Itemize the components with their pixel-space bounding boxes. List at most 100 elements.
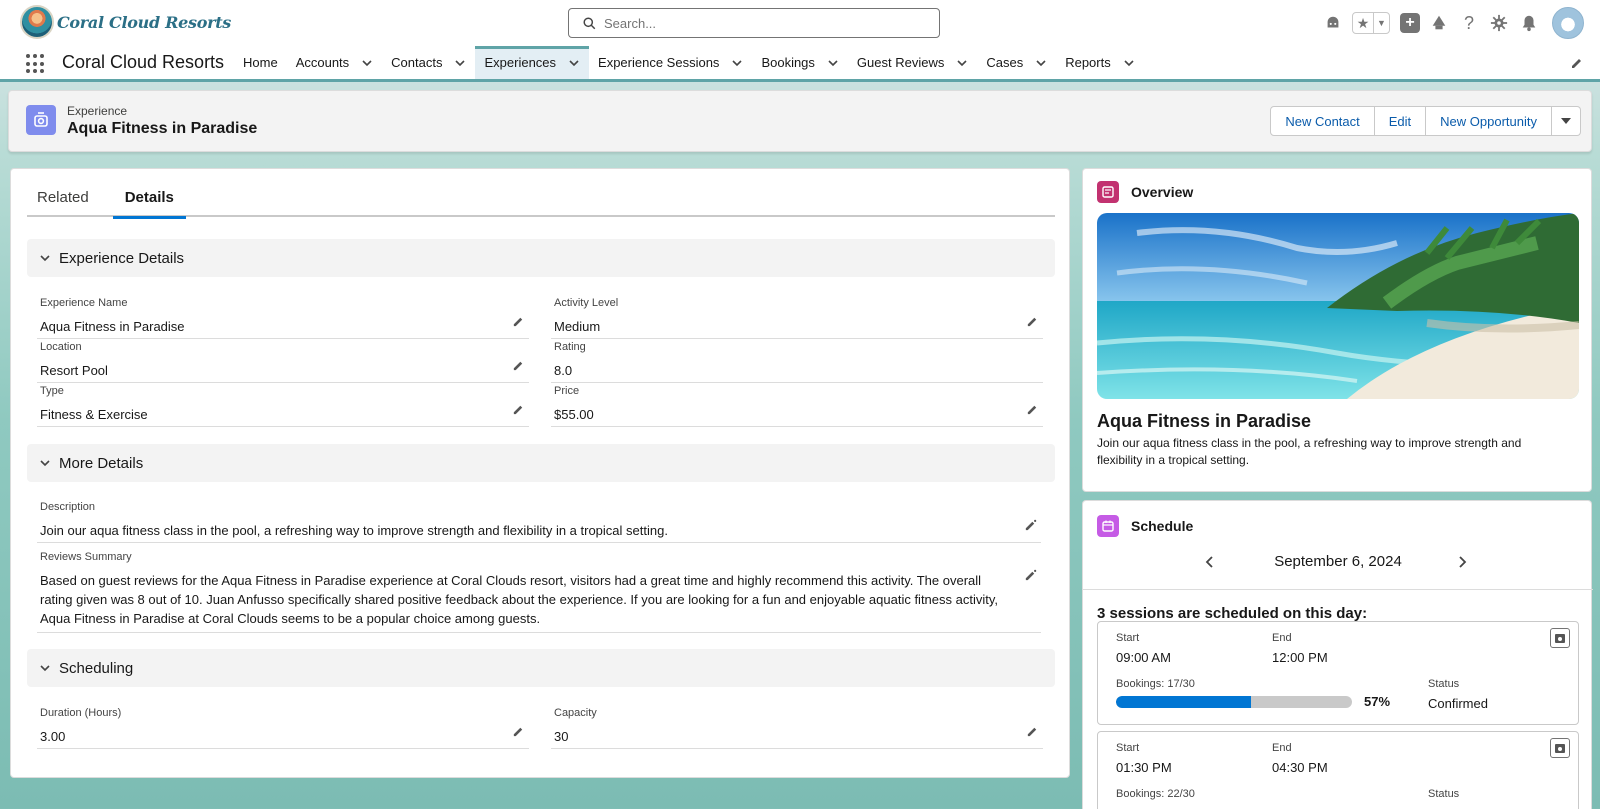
edit-pencil-icon[interactable]: [1026, 403, 1039, 416]
field-value: Aqua Fitness in Paradise: [40, 319, 185, 334]
edit-sparkle-pencil-icon[interactable]: [1024, 519, 1037, 532]
section-title: Experience Details: [59, 249, 185, 267]
chevron-down-icon[interactable]: [361, 57, 373, 69]
chevron-down-icon: [40, 665, 50, 672]
chevron-down-icon[interactable]: [568, 57, 580, 69]
chevron-right-icon[interactable]: [1455, 555, 1469, 569]
nav-tabs: Home Accounts Contacts Experiences Exper…: [234, 46, 1144, 79]
search-icon: [583, 16, 596, 29]
field-type: Type Fitness & Exercise: [37, 385, 529, 427]
session-end-value: 12:00 PM: [1272, 650, 1328, 665]
section-title: More Details: [59, 454, 144, 472]
field-activity-level: Activity Level Medium: [551, 297, 1043, 339]
session-details-icon[interactable]: [1550, 738, 1570, 758]
trailhead-icon[interactable]: [1428, 12, 1450, 34]
bookings-progress-bar: [1116, 696, 1352, 708]
section-more-details[interactable]: More Details: [27, 444, 1055, 482]
field-label: Duration (Hours): [40, 707, 122, 719]
new-contact-button[interactable]: New Contact: [1270, 106, 1375, 136]
setup-gear-icon[interactable]: [1488, 12, 1510, 34]
field-price: Price $55.00: [551, 385, 1043, 427]
favorites-star-icon[interactable]: ★: [1353, 13, 1373, 33]
edit-button[interactable]: Edit: [1374, 106, 1427, 136]
field-location: Location Resort Pool: [37, 341, 529, 383]
field-experience-name: Experience Name Aqua Fitness in Paradise: [37, 297, 529, 339]
global-search[interactable]: [568, 8, 940, 38]
nav-item-accounts[interactable]: Accounts: [287, 46, 382, 79]
session-start-value: 01:30 PM: [1116, 760, 1172, 775]
nav-item-experience-sessions[interactable]: Experience Sessions: [589, 46, 752, 79]
section-experience-details[interactable]: Experience Details: [27, 239, 1055, 277]
nav-item-label: Bookings: [761, 55, 815, 70]
session-end-label: End: [1272, 742, 1292, 754]
session-bookings: Bookings: 22/30: [1116, 788, 1195, 800]
nav-item-home[interactable]: Home: [234, 46, 287, 79]
chevron-down-icon[interactable]: [1123, 57, 1135, 69]
session-bookings: Bookings: 17/30: [1116, 678, 1195, 690]
add-icon[interactable]: +: [1400, 13, 1420, 33]
nav-item-contacts[interactable]: Contacts: [382, 46, 475, 79]
edit-nav-pencil-icon[interactable]: [1570, 56, 1584, 70]
field-value: $55.00: [554, 407, 594, 422]
experience-object-icon: [26, 105, 56, 135]
nav-item-bookings[interactable]: Bookings: [752, 46, 847, 79]
field-value: Join our aqua fitness class in the pool,…: [40, 523, 668, 538]
edit-pencil-icon[interactable]: [1026, 725, 1039, 738]
field-label: Description: [40, 501, 96, 513]
field-value: Fitness & Exercise: [40, 407, 148, 422]
chevron-down-icon[interactable]: [827, 57, 839, 69]
app-name: Coral Cloud Resorts: [62, 52, 225, 72]
nav-item-label: Home: [243, 55, 278, 70]
user-avatar[interactable]: [1552, 7, 1584, 39]
help-icon[interactable]: ?: [1458, 12, 1480, 34]
brand-logo[interactable]: Coral Cloud Resorts: [20, 5, 231, 39]
nav-item-experiences[interactable]: Experiences: [475, 46, 590, 79]
section-scheduling[interactable]: Scheduling: [27, 649, 1055, 687]
nav-item-reports[interactable]: Reports: [1056, 46, 1144, 79]
edit-pencil-icon[interactable]: [512, 315, 525, 328]
search-input[interactable]: [604, 15, 924, 31]
edit-pencil-icon[interactable]: [512, 403, 525, 416]
agent-icon[interactable]: [1322, 12, 1344, 34]
section-title: Scheduling: [59, 659, 134, 677]
overview-title: Overview: [1131, 184, 1194, 200]
nav-item-label: Guest Reviews: [856, 55, 945, 70]
calendar-icon: [1097, 515, 1119, 537]
tab-related[interactable]: Related: [27, 177, 99, 217]
nav-item-cases[interactable]: Cases: [977, 46, 1056, 79]
chevron-down-icon[interactable]: [454, 57, 466, 69]
more-actions-button[interactable]: [1552, 106, 1581, 136]
session-card[interactable]: Start 09:00 AM End 12:00 PM Bookings: 17…: [1097, 621, 1579, 725]
schedule-date-navigator: September 6, 2024: [1083, 551, 1593, 575]
record-tabs: Related Details: [27, 177, 1055, 219]
chevron-down-icon[interactable]: [1035, 57, 1047, 69]
field-value: Resort Pool: [40, 363, 108, 378]
session-details-icon[interactable]: [1550, 628, 1570, 648]
schedule-date: September 6, 2024: [1274, 553, 1402, 570]
session-card[interactable]: Start 01:30 PM End 04:30 PM Bookings: 22…: [1097, 731, 1579, 809]
field-label: Activity Level: [554, 297, 619, 309]
notifications-bell-icon[interactable]: [1518, 12, 1540, 34]
edit-pencil-icon[interactable]: [512, 725, 525, 738]
app-launcher-icon[interactable]: [26, 54, 46, 74]
chevron-down-icon[interactable]: [956, 57, 968, 69]
new-opportunity-button[interactable]: New Opportunity: [1426, 106, 1552, 136]
session-end-value: 04:30 PM: [1272, 760, 1328, 775]
tab-details[interactable]: Details: [112, 177, 187, 219]
header-utility-icons: ★ ▼ + ?: [1314, 7, 1584, 39]
field-value: 30: [554, 729, 569, 744]
edit-sparkle-pencil-icon[interactable]: [1024, 569, 1037, 582]
record-actions: New Contact Edit New Opportunity: [1270, 106, 1581, 136]
chevron-down-icon[interactable]: [731, 57, 743, 69]
field-value: Based on guest reviews for the Aqua Fitn…: [40, 573, 999, 626]
chevron-down-icon: [40, 255, 50, 262]
edit-pencil-icon[interactable]: [1026, 315, 1039, 328]
nav-item-guest-reviews[interactable]: Guest Reviews: [848, 46, 977, 79]
nav-item-label: Experiences: [484, 55, 557, 70]
field-rating: Rating 8.0: [551, 341, 1043, 383]
favorites-dropdown-icon[interactable]: ▼: [1373, 13, 1389, 33]
nav-item-label: Reports: [1065, 55, 1111, 70]
edit-pencil-icon[interactable]: [512, 359, 525, 372]
session-start-value: 09:00 AM: [1116, 650, 1171, 665]
session-end-label: End: [1272, 632, 1292, 644]
